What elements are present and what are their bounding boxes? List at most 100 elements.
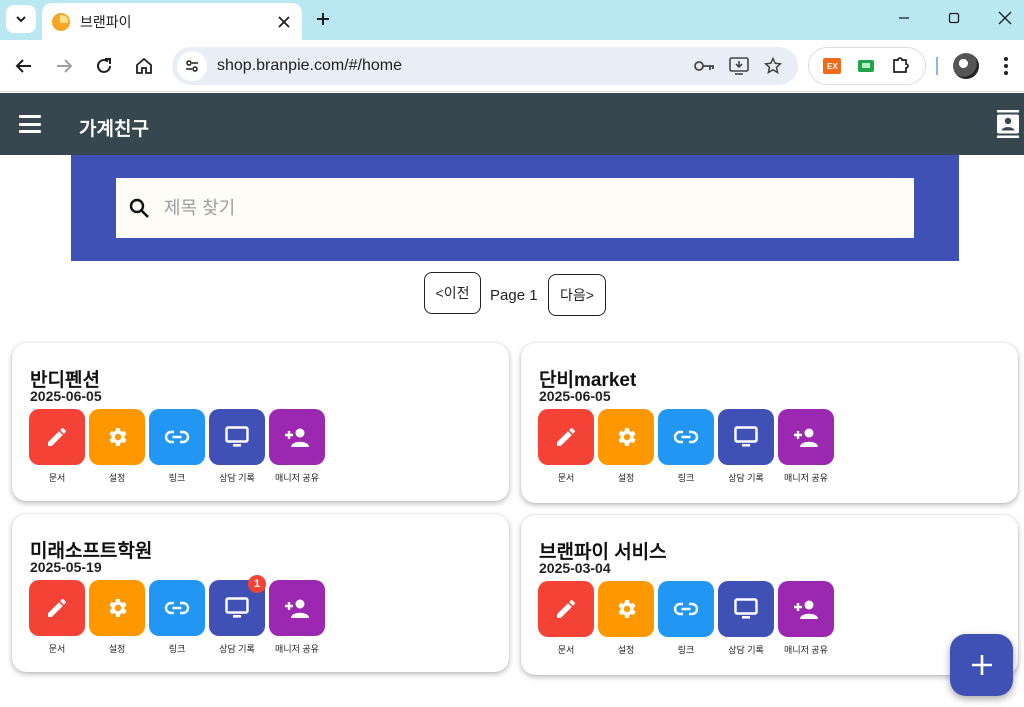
url-text[interactable]: shop.branpie.com/#/home [217,57,688,75]
action-edit: 문서 [538,581,594,656]
link-button[interactable] [149,580,205,636]
screen-extension-icon[interactable] [857,60,874,72]
browser-toolbar: shop.branpie.com/#/home EX [0,40,1024,92]
link-icon [164,601,190,615]
action-gear: 설정 [89,580,145,655]
action-monitor: 상담 기록 [209,409,265,484]
card-actions: 문서 설정 링크 상담 기록 매니저 공유 [538,581,838,656]
tab-close-button[interactable] [270,8,298,36]
action-label: 매니저 공유 [784,473,828,483]
action-gear: 설정 [89,409,145,484]
home-button[interactable] [128,50,160,82]
person-add-button[interactable] [778,581,834,637]
monitor-button[interactable] [718,409,774,465]
action-label: 문서 [48,644,66,654]
gear-icon [105,596,129,620]
gear-button[interactable] [598,409,654,465]
tab-search-button[interactable] [6,5,36,33]
edit-button[interactable] [538,409,594,465]
link-button[interactable] [658,581,714,637]
bookmark-button[interactable] [756,51,790,81]
person-add-button[interactable] [778,409,834,465]
action-label: 링크 [677,645,695,655]
gear-button[interactable] [89,409,145,465]
site-info-button[interactable] [177,51,207,81]
password-key-button[interactable] [688,51,722,81]
action-link: 링크 [658,409,714,484]
action-label: 상담 기록 [728,473,764,483]
person-add-button[interactable] [269,580,325,636]
plus-icon [317,13,329,25]
browser-tabstrip: 브랜파이 [0,0,1024,40]
extensions-group: EX [808,47,926,85]
prev-page-button[interactable]: <이전 [424,272,481,314]
gear-icon [105,425,129,449]
pagination: <이전 Page 1 다음> [0,270,1024,320]
maximize-button[interactable] [929,0,979,36]
action-edit: 문서 [29,580,85,655]
contact-card-icon [997,110,1019,138]
tune-icon [186,60,198,72]
action-person-add: 매니저 공유 [778,581,834,656]
extensions-button[interactable] [891,54,911,79]
arrow-right-icon [57,59,73,73]
app-title: 가계친구 [79,119,149,140]
store-card[interactable]: 반디펜션 2025-06-05 문서 설정 링크 상담 기록 매니저 공유 [12,343,509,501]
reload-button[interactable] [88,50,120,82]
page-label: Page 1 [490,287,538,304]
ex-extension-icon[interactable]: EX [823,58,842,74]
chevron-down-icon [16,16,26,23]
store-card[interactable]: 브랜파이 서비스 2025-03-04 문서 설정 링크 상담 기록 매니저 공유 [521,515,1018,675]
address-bar[interactable]: shop.branpie.com/#/home [172,47,798,85]
plus-icon [971,655,992,675]
search-section [71,155,959,261]
browser-menu-button[interactable] [994,54,1018,78]
gear-button[interactable] [598,581,654,637]
person-add-icon [283,427,311,447]
action-link: 링크 [149,409,205,484]
action-label: 상담 기록 [728,645,764,655]
window-close-button[interactable] [980,0,1024,36]
edit-button[interactable] [29,580,85,636]
link-button[interactable] [149,409,205,465]
store-card[interactable]: 미래소프트학원 2025-05-19 문서 설정 링크 1 상담 기록 매니저 공유 [12,514,509,672]
card-actions: 문서 설정 링크 1 상담 기록 매니저 공유 [29,575,329,655]
menu-icon[interactable] [18,113,42,135]
action-person-add: 매니저 공유 [269,580,325,655]
branpie-favicon-icon [52,12,70,31]
store-card[interactable]: 단비market 2025-06-05 문서 설정 링크 상담 기록 매니저 공유 [521,343,1018,503]
person-add-icon [283,598,311,618]
edit-button[interactable] [29,409,85,465]
link-icon [673,602,699,616]
action-person-add: 매니저 공유 [269,409,325,484]
contacts-button[interactable] [996,110,1020,138]
person-add-button[interactable] [269,409,325,465]
next-page-button[interactable]: 다음> [548,274,606,316]
monitor-button[interactable]: 1 [209,575,266,636]
action-edit: 문서 [29,409,85,484]
card-actions: 문서 설정 링크 상담 기록 매니저 공유 [538,409,838,484]
edit-button[interactable] [538,581,594,637]
action-label: 링크 [677,473,695,483]
back-button[interactable] [8,50,40,82]
profile-avatar[interactable] [953,53,979,79]
minimize-button[interactable] [879,0,929,36]
search-input[interactable] [164,197,864,219]
install-app-button[interactable] [722,51,756,81]
monitor-button[interactable] [718,581,774,637]
forward-button[interactable] [48,50,80,82]
add-button[interactable] [950,634,1013,696]
browser-tab[interactable]: 브랜파이 [42,3,302,40]
monitor-icon [225,597,249,619]
puzzle-icon [892,56,909,73]
gear-button[interactable] [89,580,145,636]
maximize-icon [948,12,960,24]
link-button[interactable] [658,409,714,465]
home-icon [136,57,152,74]
monitor-button[interactable] [209,409,265,465]
arrow-left-icon [15,59,31,73]
edit-icon [554,425,578,449]
close-icon [278,15,290,28]
action-label: 문서 [557,473,575,483]
new-tab-button[interactable] [308,5,338,33]
